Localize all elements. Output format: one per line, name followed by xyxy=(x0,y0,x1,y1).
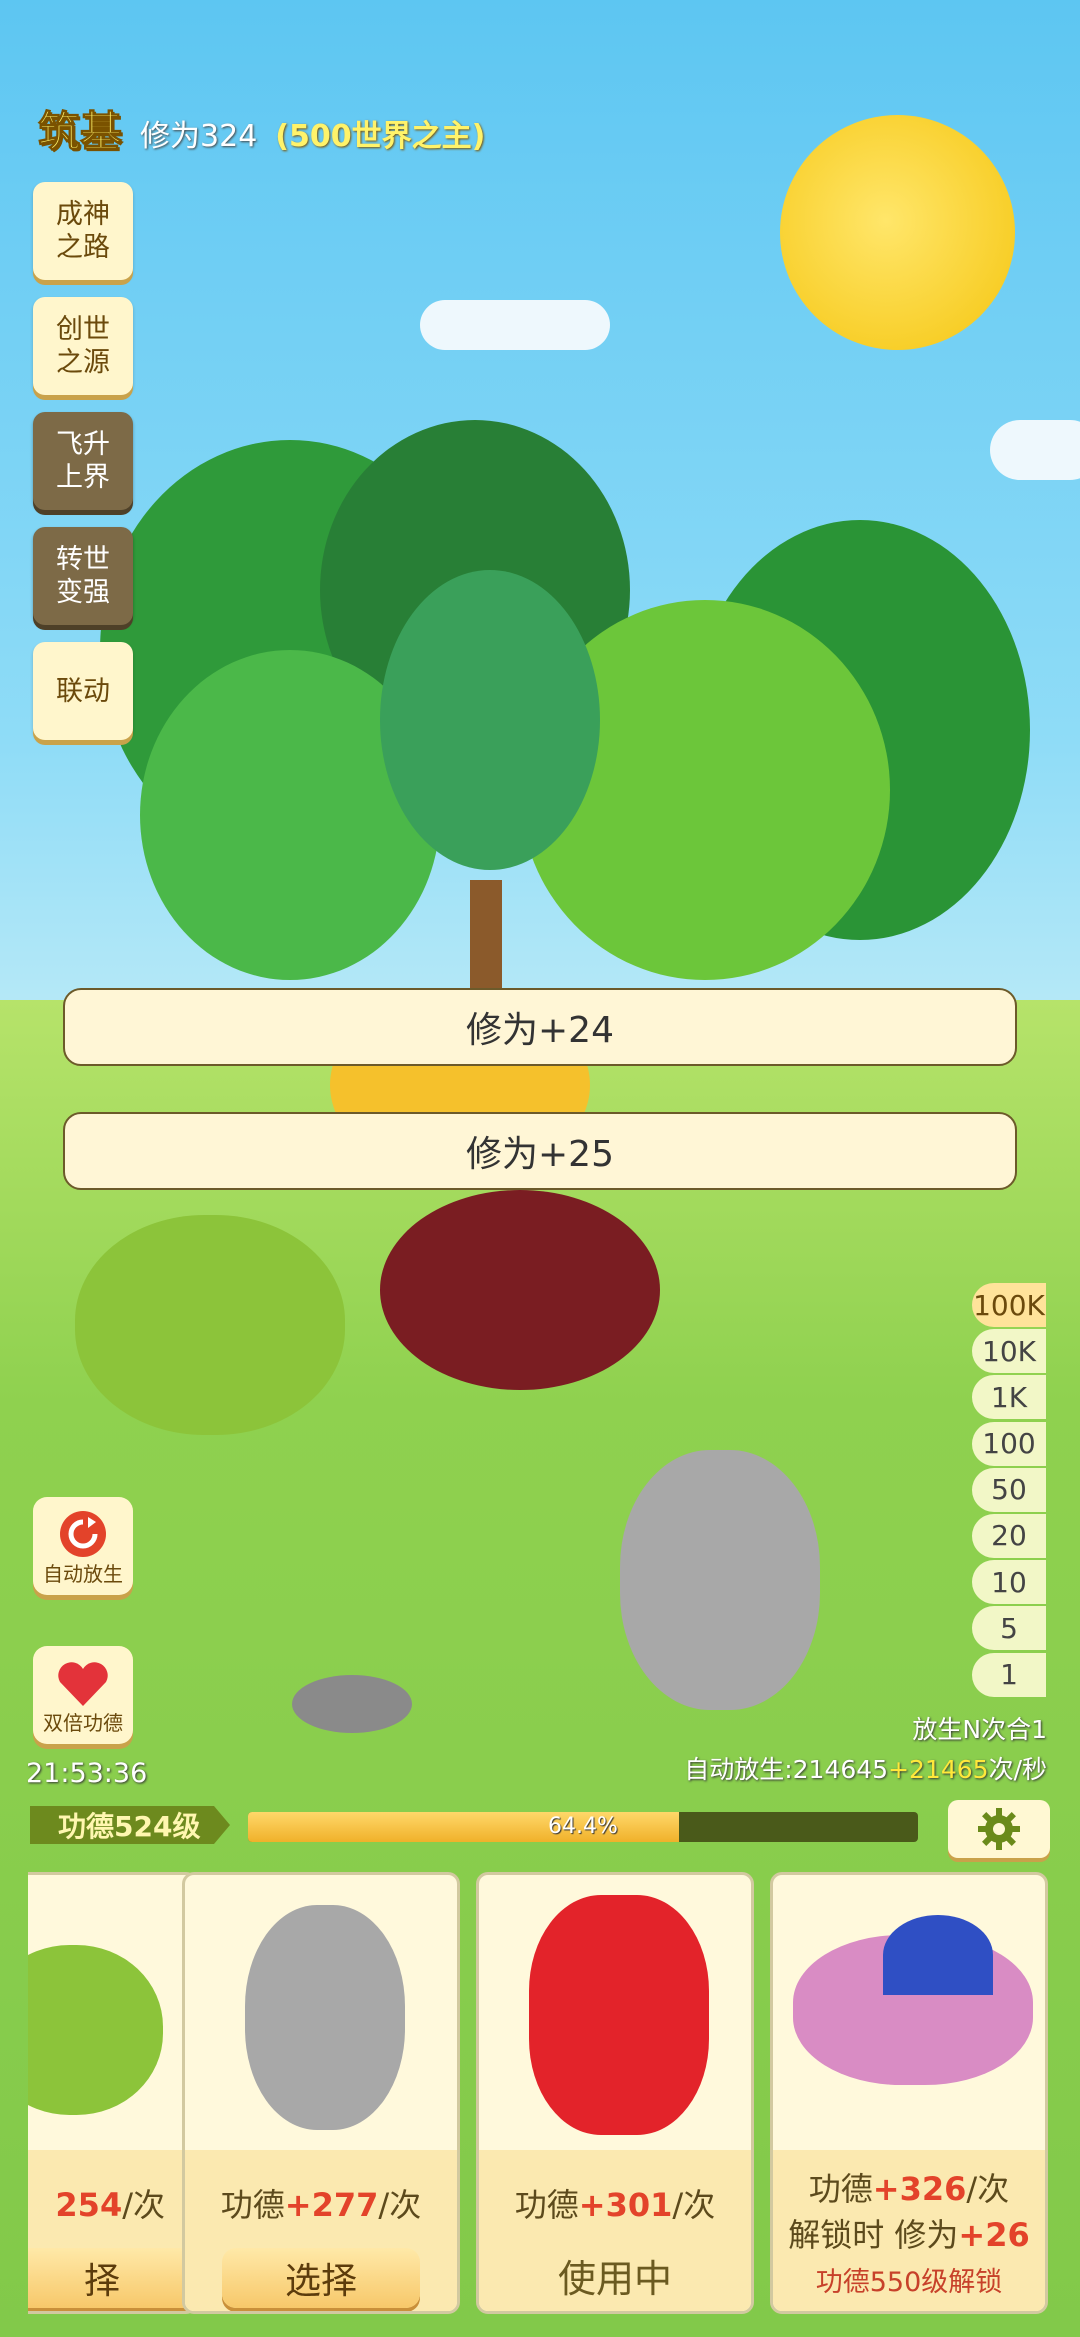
multiplier-option[interactable]: 1K xyxy=(972,1375,1046,1420)
animal-card-koala[interactable]: 功德+277/次 选择 xyxy=(182,1872,460,2314)
select-button[interactable]: 择 xyxy=(28,2248,195,2308)
card-art xyxy=(479,1875,751,2150)
cloud xyxy=(990,420,1080,480)
multiplier-option[interactable]: 1 xyxy=(972,1652,1046,1697)
multiplier-option[interactable]: 100 xyxy=(972,1421,1046,1466)
card-art xyxy=(773,1875,1045,2150)
card-art xyxy=(28,1875,195,2150)
unlock-requirement: 功德550级解锁 xyxy=(815,2267,1003,2298)
animal-card-dinosaur[interactable]: 功德+301/次 使用中 xyxy=(476,1872,754,2314)
gain-toast: 修为+24 xyxy=(63,988,1017,1066)
card-gain: 功德254/次 xyxy=(28,2180,195,2226)
gain-toast: 修为+25 xyxy=(63,1112,1017,1190)
koala-animal xyxy=(620,1450,820,1710)
merit-level-badge: 功德524级 xyxy=(30,1806,230,1844)
double-merit-button[interactable]: 双倍功德 xyxy=(33,1646,133,1744)
multiplier-option[interactable]: 10K xyxy=(972,1329,1046,1374)
merit-progress-row: 功德524级 64.4% xyxy=(0,1800,1080,1860)
unlock-bonus-value: +26 xyxy=(958,2216,1030,2254)
multiplier-option[interactable]: 50 xyxy=(972,1467,1046,1512)
rate-suffix: 次/秒 xyxy=(988,1755,1047,1784)
card-info: 功德+326/次 解锁时 修为+26 功德550级解锁 xyxy=(773,2150,1045,2311)
card-gain: 功德+326/次 xyxy=(773,2164,1045,2210)
tree xyxy=(380,570,600,870)
multiplier-option[interactable]: 100K xyxy=(972,1283,1046,1327)
progress-percent: 64.4% xyxy=(548,1814,618,1839)
cultivation-value: 修为324 xyxy=(140,119,258,154)
merit-progress-bar: 64.4% xyxy=(248,1812,918,1842)
status-header: 筑基 修为324 (500世界之主) xyxy=(37,98,486,159)
multiplier-selector: 100K 10K 1K 100 50 20 10 5 1 xyxy=(972,1283,1046,1699)
card-art xyxy=(185,1875,457,2150)
rate-base: 214645 xyxy=(792,1755,889,1784)
unlock-bonus: 解锁时 修为+26 xyxy=(773,2210,1045,2256)
in-use-label: 使用中 xyxy=(557,2257,672,2301)
multiplier-option[interactable]: 20 xyxy=(972,1513,1046,1558)
rate-prefix: 自动放生: xyxy=(684,1755,793,1784)
animal-card-spinosaurus[interactable]: 功德+326/次 解锁时 修为+26 功德550级解锁 xyxy=(770,1872,1048,2314)
unlock-bonus-prefix: 解锁时 修为 xyxy=(788,2216,959,2254)
rate-bonus: +21465 xyxy=(888,1755,989,1784)
auto-release-label: 自动放生 xyxy=(43,1562,123,1586)
collab-button[interactable]: 联动 xyxy=(33,642,133,740)
realm-label: 筑基 xyxy=(37,107,123,157)
clock-time: 21:53:36 xyxy=(26,1758,148,1789)
gain-value: 254 xyxy=(55,2186,123,2224)
gain-value: +301 xyxy=(578,2186,673,2224)
select-button[interactable]: 选择 xyxy=(222,2248,420,2308)
refresh-icon xyxy=(60,1511,106,1557)
gain-suffix: /次 xyxy=(378,2186,422,2224)
animal-card-list: 功德254/次 择 功德+277/次 选择 功德+301/次 使用中 功德+32… xyxy=(28,1870,1080,2337)
multiplier-option[interactable]: 10 xyxy=(972,1560,1046,1605)
gain-prefix: 功德 xyxy=(808,2170,873,2208)
multiplier-option[interactable]: 5 xyxy=(972,1606,1046,1651)
gain-value: +326 xyxy=(872,2170,967,2208)
hedgehog-animal xyxy=(380,1190,660,1390)
gear-icon xyxy=(978,1808,1020,1850)
card-gain: 功德+301/次 xyxy=(479,2180,751,2226)
settings-button[interactable] xyxy=(948,1800,1050,1858)
gain-prefix: 功德 xyxy=(220,2186,285,2224)
reincarnate-button[interactable]: 转世 变强 xyxy=(33,527,133,625)
sun xyxy=(780,115,1015,350)
title-label: (500世界之主) xyxy=(275,119,486,154)
path-to-god-button[interactable]: 成神 之路 xyxy=(33,182,133,280)
animal-card-frog[interactable]: 功德254/次 择 xyxy=(28,1872,198,2314)
gain-suffix: /次 xyxy=(122,2186,165,2224)
card-info: 功德+277/次 选择 xyxy=(185,2150,457,2311)
frog-animal xyxy=(75,1215,345,1435)
card-info: 功德254/次 择 xyxy=(28,2150,195,2311)
release-mode-text: 放生N次合1 xyxy=(912,1715,1047,1744)
gain-value: +277 xyxy=(284,2186,379,2224)
card-gain: 功德+277/次 xyxy=(185,2180,457,2226)
rock xyxy=(292,1675,412,1733)
auto-release-rate: 自动放生:214645+21465次/秒 xyxy=(684,1750,1047,1786)
creation-source-button[interactable]: 创世 之源 xyxy=(33,297,133,395)
card-info: 功德+301/次 使用中 xyxy=(479,2150,751,2311)
heart-icon xyxy=(58,1662,108,1706)
gain-suffix: /次 xyxy=(966,2170,1010,2208)
auto-release-button[interactable]: 自动放生 xyxy=(33,1497,133,1595)
double-merit-label: 双倍功德 xyxy=(43,1711,123,1735)
gain-suffix: /次 xyxy=(672,2186,716,2224)
cloud xyxy=(420,300,610,350)
ascend-button[interactable]: 飞升 上界 xyxy=(33,412,133,510)
gain-prefix: 功德 xyxy=(514,2186,579,2224)
